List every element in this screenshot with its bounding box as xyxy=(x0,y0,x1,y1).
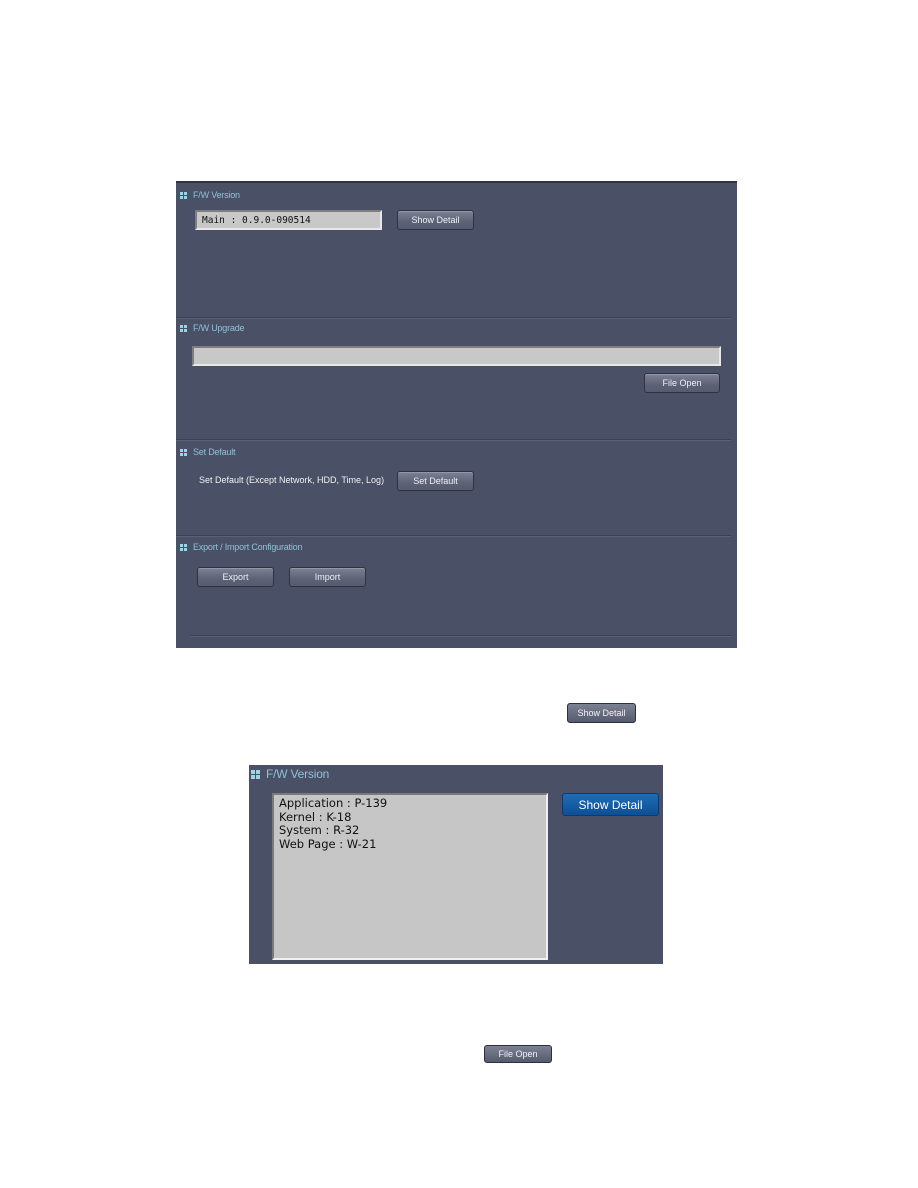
file-open-label: File Open xyxy=(662,378,702,388)
fw-upgrade-title: F/W Upgrade xyxy=(193,323,245,333)
import-label: Import xyxy=(314,572,341,582)
export-button[interactable]: Export xyxy=(197,567,274,587)
import-button[interactable]: Import xyxy=(289,567,366,587)
detail-line-kernel: Kernel : K-18 xyxy=(279,809,352,824)
set-default-section-title: Set Default xyxy=(180,447,236,457)
fw-main-version-value: Main : 0.9.0-090514 xyxy=(202,214,311,226)
fw-upgrade-section-title: F/W Upgrade xyxy=(180,323,245,333)
fw-version-section-title: F/W Version xyxy=(180,190,240,200)
show-detail-inline-label: Show Detail xyxy=(577,708,626,718)
set-default-description: Set Default (Except Network, HDD, Time, … xyxy=(199,475,385,485)
show-detail-active-label: Show Detail xyxy=(578,797,643,812)
fw-detail-textarea[interactable]: Application : P-139 Kernel : K-18 System… xyxy=(272,793,548,960)
export-label: Export xyxy=(222,572,249,582)
detail-line-web-page: Web Page : W-21 xyxy=(279,836,377,851)
section-divider xyxy=(176,439,731,441)
grid-icon xyxy=(251,769,260,779)
detail-line-system: System : R-32 xyxy=(279,823,360,837)
section-divider xyxy=(176,535,731,537)
file-open-inline-label: File Open xyxy=(498,1049,538,1059)
detail-line-application: Application : P-139 xyxy=(279,796,388,810)
detail-section-title: F/W Version xyxy=(251,767,329,781)
show-detail-button[interactable]: Show Detail xyxy=(397,210,474,230)
show-detail-active-button[interactable]: Show Detail xyxy=(562,793,659,816)
section-divider xyxy=(190,635,731,637)
detail-title: F/W Version xyxy=(266,767,330,781)
grid-icon xyxy=(180,543,187,551)
file-open-button[interactable]: File Open xyxy=(644,373,720,393)
fw-version-detail-panel: F/W Version Application : P-139 Kernel :… xyxy=(249,765,663,964)
fw-upgrade-file-path-input[interactable] xyxy=(192,346,721,366)
grid-icon xyxy=(180,191,187,199)
firmware-settings-panel: F/W Version Main : 0.9.0-090514 Show Det… xyxy=(176,181,737,648)
section-divider xyxy=(176,317,731,319)
file-open-inline-button[interactable]: File Open xyxy=(484,1045,552,1063)
set-default-button[interactable]: Set Default xyxy=(397,471,474,491)
grid-icon xyxy=(180,324,187,332)
fw-version-title: F/W Version xyxy=(193,190,240,200)
set-default-title: Set Default xyxy=(193,447,236,457)
grid-icon xyxy=(180,448,187,456)
show-detail-label: Show Detail xyxy=(411,215,460,225)
fw-main-version-field: Main : 0.9.0-090514 xyxy=(195,210,382,230)
set-default-label: Set Default xyxy=(413,476,458,486)
export-import-section-title: Export / Import Configuration xyxy=(180,542,302,552)
show-detail-inline-button[interactable]: Show Detail xyxy=(567,703,636,723)
export-import-title: Export / Import Configuration xyxy=(193,542,303,552)
